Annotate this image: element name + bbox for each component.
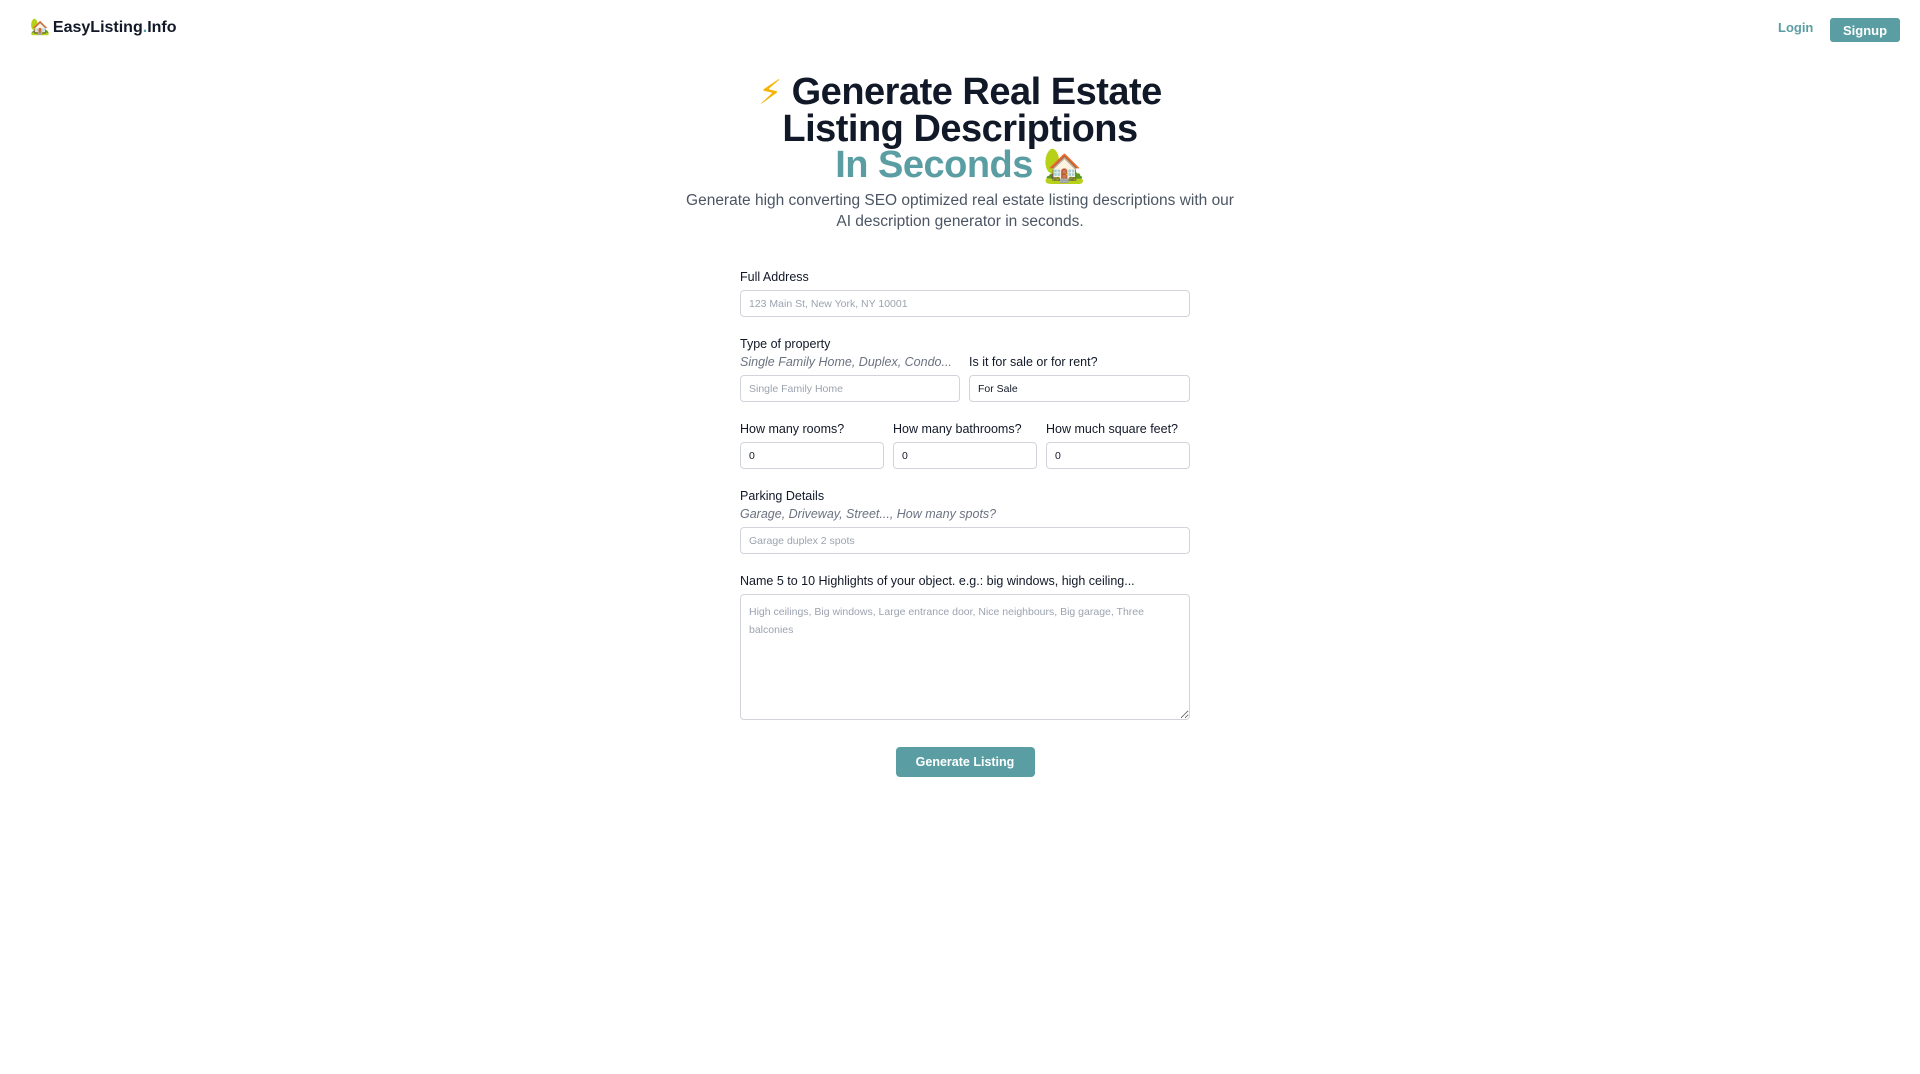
rooms-group: How many rooms? xyxy=(740,422,884,469)
parking-label: Parking Details xyxy=(740,489,825,503)
bathrooms-input[interactable] xyxy=(893,442,1037,469)
sqft-group: How much square feet? xyxy=(1046,422,1190,469)
house-icon: 🏡 xyxy=(30,19,50,36)
logo-name: EasyListing xyxy=(52,19,143,36)
rooms-input[interactable] xyxy=(740,442,884,469)
parking-input[interactable] xyxy=(740,527,1190,554)
page-subtitle: Generate high converting SEO optimized r… xyxy=(686,192,1234,230)
highlights-label: Name 5 to 10 Highlights of your object. … xyxy=(740,574,1135,588)
highlights-textarea[interactable] xyxy=(740,594,1190,720)
address-group: Full Address xyxy=(740,270,1190,317)
sale-rent-group: Is it for sale or for rent? xyxy=(969,337,1190,402)
submit-wrap: Generate Listing xyxy=(740,747,1190,777)
listing-form: Full Address Type of property Single Fam… xyxy=(740,270,1190,777)
generate-listing-button[interactable]: Generate Listing xyxy=(895,747,1035,777)
property-type-hint: Single Family Home, Duplex, Condo... xyxy=(740,355,952,369)
bathrooms-label: How many bathrooms? xyxy=(893,422,1022,436)
counts-row: How many rooms? How many bathrooms? How … xyxy=(740,422,1190,469)
property-type-label: Type of property xyxy=(740,337,831,351)
house-icon: 🏡 xyxy=(1042,147,1085,185)
signup-button[interactable]: Signup xyxy=(1830,18,1900,42)
logo-link[interactable]: 🏡 EasyListing.Info xyxy=(30,19,177,37)
sale-rent-label: Is it for sale or for rent? xyxy=(969,355,1098,369)
property-type-input[interactable] xyxy=(740,375,960,402)
property-row: Type of property Single Family Home, Dup… xyxy=(740,337,1190,402)
lightning-icon: ⚡ xyxy=(758,74,782,112)
top-nav: 🏡 EasyListing.Info Login Signup xyxy=(0,0,1920,60)
bathrooms-group: How many bathrooms? xyxy=(893,422,1037,469)
parking-hint: Garage, Driveway, Street..., How many sp… xyxy=(740,507,997,521)
logo-suffix: Info xyxy=(147,19,177,36)
login-link[interactable]: Login xyxy=(1778,20,1813,35)
property-type-group: Type of property Single Family Home, Dup… xyxy=(740,337,960,402)
page-title: ⚡ Generate Real Estate Listing Descripti… xyxy=(0,71,1920,186)
sale-rent-input[interactable] xyxy=(969,375,1190,402)
sqft-input[interactable] xyxy=(1046,442,1190,469)
address-label: Full Address xyxy=(740,270,809,284)
rooms-label: How many rooms? xyxy=(740,422,845,436)
sqft-label: How much square feet? xyxy=(1046,422,1179,436)
parking-group: Parking Details Garage, Driveway, Street… xyxy=(740,489,1190,554)
title-accent: In Seconds xyxy=(835,144,1033,186)
hero: ⚡ Generate Real Estate Listing Descripti… xyxy=(0,71,1920,232)
highlights-group: Name 5 to 10 Highlights of your object. … xyxy=(740,574,1190,725)
logo-text: EasyListing.Info xyxy=(53,19,177,37)
title-line1: Generate Real Estate xyxy=(791,71,1163,113)
address-input[interactable] xyxy=(740,290,1190,317)
